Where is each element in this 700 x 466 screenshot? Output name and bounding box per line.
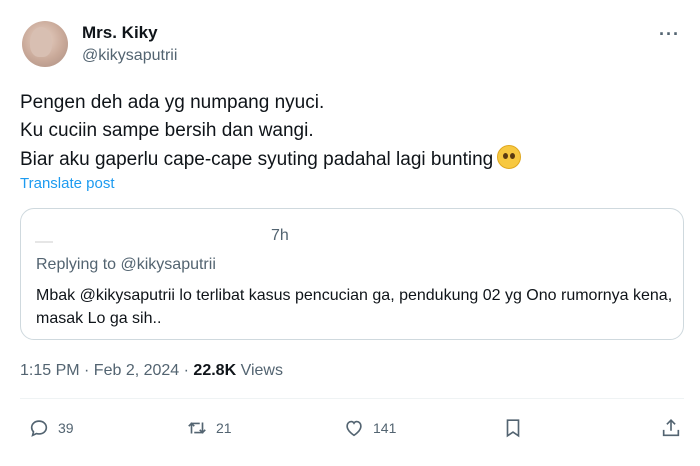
replying-to: Replying to @kikysaputrii [36,256,216,273]
pleading-face-emoji-icon [497,145,522,169]
tweet-line-text: Biar aku gaperlu cape-cape syuting padah… [20,149,494,170]
like-count: 141 [373,420,397,436]
avatar[interactable] [22,21,68,67]
author-name[interactable]: Mrs. Kiky [82,23,158,43]
tweet-line: Ku cuciin sampe bersih dan wangi. [20,117,521,145]
more-options-icon[interactable]: ··· [659,24,680,45]
post-datetime[interactable]: 1:15 PM · Feb 2, 2024 · [20,362,193,379]
action-bar: 39 21 141 [0,417,700,447]
tweet-line-text: Ku cuciin sampe bersih dan wangi. [20,120,314,141]
repost-button[interactable]: 21 [186,417,232,439]
translate-post-link[interactable]: Translate post [20,175,115,192]
reply-count: 39 [58,420,74,436]
share-button[interactable] [660,417,682,439]
divider [20,398,684,399]
quoted-timestamp[interactable]: 7h [271,227,289,245]
tweet-line: Biar aku gaperlu cape-cape syuting padah… [20,145,522,174]
bookmark-button[interactable] [502,417,524,439]
repost-count: 21 [216,420,232,436]
views-label: Views [236,362,283,379]
reply-button[interactable]: 39 [28,417,74,439]
reply-icon [30,420,48,437]
tweet-line: Pengen deh ada yg numpang nyuci. [20,92,325,113]
views-count: 22.8K [193,362,237,379]
like-button[interactable]: 141 [343,417,396,439]
heart-icon [346,420,362,437]
author-handle[interactable]: @kikysaputrii [82,47,177,65]
share-icon [662,419,680,437]
post-meta: 1:15 PM · Feb 2, 2024 · 22.8K Views [20,362,283,380]
repost-icon [188,422,206,434]
quoted-avatar [35,241,53,243]
bookmark-icon [506,419,520,438]
tweet-text: Pengen deh ada yg numpang nyuci. Ku cuci… [20,89,522,174]
quoted-text: Mbak @kikysaputrii lo terlibat kasus pen… [36,287,673,327]
quoted-reply-card[interactable]: 7h Replying to @kikysaputrii Mbak @kikys… [20,208,684,340]
